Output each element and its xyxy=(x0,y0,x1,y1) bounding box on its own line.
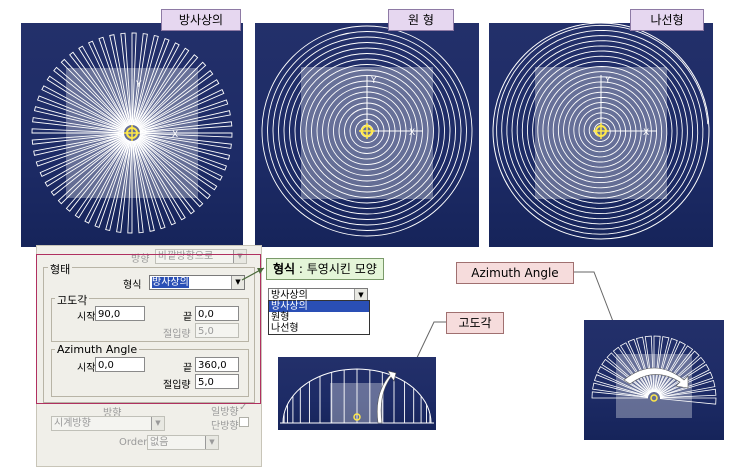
callout-arrow xyxy=(241,267,265,281)
chevron-down-icon: ▼ xyxy=(205,436,218,449)
order-value: 없음 xyxy=(150,437,169,448)
circle-title-tag: 원 형 xyxy=(388,9,454,31)
dropdown-list: 방사상의 원형 나선형 xyxy=(268,300,370,335)
altitude-pattern xyxy=(280,368,434,424)
radial-pattern: XY xyxy=(31,32,233,234)
direction2-select[interactable]: 시계방향 ▼ xyxy=(51,416,165,431)
circle-pattern: XY xyxy=(261,25,473,237)
one-way-label: 일방향 xyxy=(211,407,239,418)
chevron-down-icon: ▼ xyxy=(151,417,164,430)
radial-view: XY xyxy=(21,23,243,247)
single-direction-checkbox[interactable] xyxy=(239,417,249,427)
direction2-value: 시계방향 xyxy=(54,418,91,429)
order-select[interactable]: 없음 ▼ xyxy=(147,435,219,450)
altitude-arrow xyxy=(376,370,397,424)
x-axis-label: X xyxy=(409,128,415,138)
dropdown-option[interactable]: 원형 xyxy=(269,312,369,323)
dropdown-option[interactable]: 나선형 xyxy=(269,323,369,334)
spiral-view: XY xyxy=(489,23,713,247)
spiral-pattern: XY xyxy=(492,23,710,240)
highlight-frame xyxy=(36,254,261,404)
y-axis-label: Y xyxy=(604,76,611,86)
single-direction-label: 단방향 xyxy=(211,421,239,432)
azimuth-view xyxy=(584,320,724,440)
y-axis-label: Y xyxy=(135,80,142,90)
callout-bold-text: 형식 xyxy=(273,262,296,276)
azimuth-pattern xyxy=(591,335,717,418)
dropdown-option[interactable]: 방사상의 xyxy=(269,301,369,312)
x-axis-label: X xyxy=(172,130,178,140)
type-callout: 형식 : 투영시킨 모양 xyxy=(266,258,384,280)
altitude-tag: 고도각 xyxy=(446,312,504,334)
altitude-view xyxy=(278,357,436,430)
radial-title-tag: 방사상의 xyxy=(161,9,241,31)
callout-text: : 투영시킨 모양 xyxy=(295,262,377,276)
x-axis-label: X xyxy=(643,128,649,138)
spiral-title-tag: 나선형 xyxy=(630,9,704,31)
order-label: Order xyxy=(119,437,148,448)
circle-view: XY xyxy=(255,23,479,247)
azimuth-tag: Azimuth Angle xyxy=(456,262,574,284)
y-axis-label: Y xyxy=(370,76,377,86)
